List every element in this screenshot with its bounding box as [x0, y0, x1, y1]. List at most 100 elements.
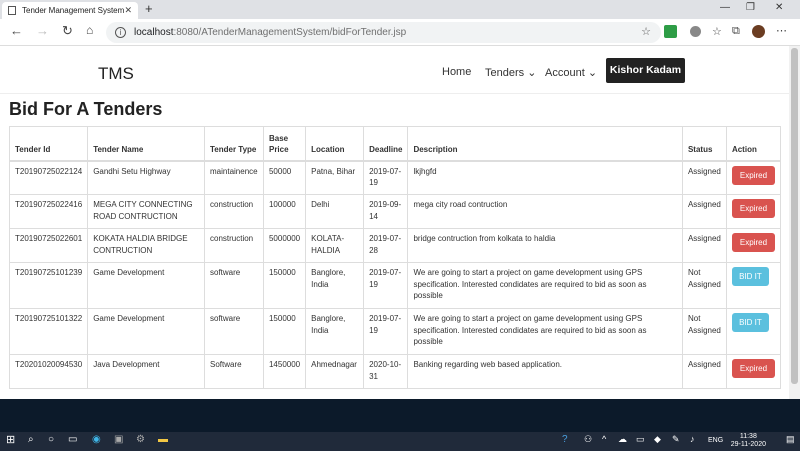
help-icon[interactable]: ? — [562, 434, 568, 445]
close-tab-icon[interactable]: ✕ — [124, 5, 132, 16]
site-navbar: TMS Home Tenders ⌄ Account ⌄ Kishor Kada… — [0, 46, 789, 94]
favorites-icon[interactable]: ☆ — [712, 25, 722, 38]
site-footer — [0, 399, 800, 432]
taskbar: ⊞ ⌕ ○ ▭ ◉ ▣ ⚙ ▬ ? ⚇ ^ ☁ ▭ ◆ ✎ ♪ ENG 11:3… — [0, 432, 800, 451]
tender-id: T20190725101322 — [8, 308, 89, 355]
expired-button[interactable]: Expired — [731, 199, 775, 218]
user-button[interactable]: Kishor Kadam — [606, 58, 685, 83]
windows-start-icon[interactable]: ⊞ — [6, 433, 15, 446]
browser-tab-title: Tender Management System — [22, 6, 125, 15]
table-row: T20190725022601 KOKATA HALDIA BRIDGE CON… — [8, 228, 782, 263]
table-row: T20190725101239 Game Development softwar… — [8, 262, 782, 309]
expired-button[interactable]: Expired — [731, 233, 775, 252]
language-indicator[interactable]: ENG — [708, 437, 723, 444]
tender-name: KOKATA HALDIA BRIDGE CONTRUCTION — [87, 228, 205, 263]
tender-id: T20201020094530 — [8, 354, 89, 389]
people-icon[interactable]: ⚇ — [584, 434, 592, 445]
location: Banglore, India — [305, 262, 365, 309]
location: KOLATA-HALDIA — [305, 228, 365, 263]
extension-icon[interactable] — [664, 25, 677, 38]
action-cell: Expired — [725, 160, 782, 195]
system-clock[interactable]: 11:38 29-11-2020 — [731, 433, 766, 449]
page-scrollbar[interactable] — [789, 46, 800, 399]
base-price: 5000000 — [262, 228, 307, 263]
reload-icon[interactable]: ↻ — [62, 23, 73, 39]
address-bar[interactable]: i localhost:8080/ATenderManagementSystem… — [106, 22, 661, 43]
restore-icon[interactable]: ❐ — [746, 2, 755, 13]
expired-button[interactable]: Expired — [731, 359, 775, 378]
description: Banking regarding web based application. — [407, 354, 683, 389]
status: Assigned — [681, 228, 727, 263]
bookmark-star-icon[interactable]: ☆ — [641, 22, 651, 43]
deadline: 2019-09-14 — [363, 194, 409, 229]
file-explorer-icon[interactable]: ▬ — [158, 434, 168, 445]
dropbox-icon[interactable]: ◆ — [654, 434, 661, 445]
brand-logo[interactable]: TMS — [98, 64, 134, 84]
tender-type: construction — [204, 194, 264, 229]
extension-icon[interactable] — [690, 26, 701, 37]
tender-name: Java Development — [87, 354, 205, 389]
nav-home[interactable]: Home — [442, 66, 471, 78]
expired-button[interactable]: Expired — [731, 165, 775, 185]
forward-icon[interactable]: → — [36, 23, 49, 38]
terminal-icon[interactable]: ▣ — [114, 434, 123, 445]
deadline: 2019-07-19 — [363, 160, 409, 195]
tender-type: maintainence — [204, 160, 264, 195]
deadline: 2020-10-31 — [363, 354, 409, 389]
action-cell: Expired — [725, 194, 782, 229]
volume-icon[interactable]: ♪ — [690, 434, 695, 444]
collections-icon[interactable]: ⧉ — [732, 25, 740, 38]
task-view-icon[interactable]: ○ — [48, 434, 54, 445]
pen-icon[interactable]: ✎ — [672, 434, 680, 445]
browser-toolbar: ← → ↻ ⌂ i localhost:8080/ATenderManageme… — [0, 19, 800, 46]
home-icon[interactable]: ⌂ — [86, 23, 93, 37]
profile-avatar[interactable] — [752, 25, 765, 38]
cloud-icon[interactable]: ☁ — [618, 434, 627, 445]
tender-id: T20190725101239 — [8, 262, 89, 309]
menu-icon[interactable]: ⋯ — [776, 24, 787, 37]
clock-time: 11:38 — [739, 433, 757, 440]
nav-tenders[interactable]: Tenders ⌄ — [485, 66, 536, 79]
column-header: Tender Id — [8, 126, 89, 162]
scrollbar-thumb[interactable] — [791, 48, 798, 384]
close-window-icon[interactable]: ✕ — [775, 2, 783, 13]
site-info-icon[interactable]: i — [115, 27, 126, 38]
description: bridge contruction from kolkata to haldi… — [407, 228, 683, 263]
nav-account[interactable]: Account ⌄ — [545, 66, 597, 79]
tender-name: Game Development — [87, 308, 205, 355]
browser-tab-strip: Tender Management System ✕ + — ❐ ✕ — [0, 0, 800, 19]
tender-name: Game Development — [87, 262, 205, 309]
tender-id: T20190725022124 — [8, 160, 89, 195]
notification-icon[interactable]: ▤ — [786, 434, 795, 445]
taskbar-app-icon[interactable]: ▭ — [68, 434, 77, 445]
minimize-icon[interactable]: — — [720, 2, 730, 13]
table-header-row: Tender Id Tender Name Tender Type Base P… — [8, 126, 782, 162]
edge-browser-icon[interactable]: ◉ — [92, 434, 101, 445]
network-icon[interactable]: ▭ — [636, 434, 645, 445]
search-icon[interactable]: ⌕ — [28, 434, 34, 445]
new-tab-icon[interactable]: + — [145, 1, 153, 16]
nav-tenders-label: Tenders — [485, 67, 525, 79]
chevron-up-icon[interactable]: ^ — [602, 434, 606, 444]
action-cell: BID IT — [725, 262, 782, 309]
back-icon[interactable]: ← — [10, 23, 23, 38]
location: Patna, Bihar — [305, 160, 365, 195]
bid-it-button[interactable]: BID IT — [731, 313, 769, 332]
clock-date: 29-11-2020 — [730, 441, 766, 448]
deadline: 2019-07-28 — [363, 228, 409, 263]
chevron-down-icon: ⌄ — [527, 67, 537, 79]
table-row: T20190725101322 Game Development softwar… — [8, 308, 782, 355]
browser-tab[interactable]: Tender Management System ✕ — [2, 2, 138, 19]
page-title: Bid For A Tenders — [9, 99, 163, 119]
status: Not Assigned — [681, 262, 727, 309]
table-row: T20190725022416 MEGA CITY CONNECTING ROA… — [8, 194, 782, 229]
chevron-down-icon: ⌄ — [587, 67, 598, 79]
deadline: 2019-07-19 — [363, 262, 409, 309]
deadline: 2019-07-19 — [363, 308, 409, 355]
settings-icon[interactable]: ⚙ — [136, 434, 145, 445]
location: Ahmednagar — [305, 354, 365, 389]
bid-it-button[interactable]: BID IT — [731, 267, 769, 286]
table-row: T20201020094530 Java Development Softwar… — [8, 354, 782, 389]
status: Assigned — [681, 194, 727, 229]
action-cell: BID IT — [725, 308, 782, 355]
